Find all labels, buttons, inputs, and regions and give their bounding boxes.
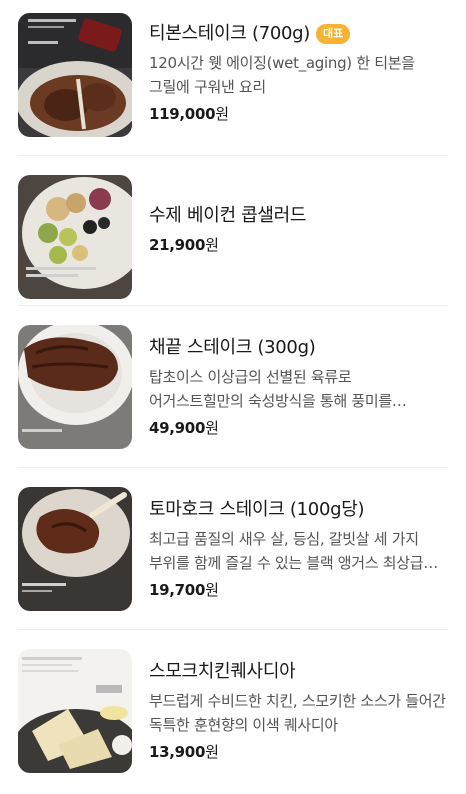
menu-item-tbone-steak[interactable]: 티본스테이크 (700g) 대표 120시간 웻 에이징(wet_aging) … bbox=[0, 0, 466, 156]
menu-item-info: 티본스테이크 (700g) 대표 120시간 웻 에이징(wet_aging) … bbox=[149, 22, 449, 125]
menu-item-thumbnail bbox=[18, 325, 132, 449]
menu-item-thumbnail bbox=[18, 487, 132, 611]
menu-item-thumbnail bbox=[18, 13, 132, 137]
menu-item-name: 수제 베이컨 콥샐러드 bbox=[149, 205, 307, 226]
menu-item-price: 13,900원 bbox=[149, 743, 219, 761]
menu-item-thumbnail bbox=[18, 175, 132, 299]
menu-item-bacon-cobb-salad[interactable]: 수제 베이컨 콥샐러드 21,900원 bbox=[0, 156, 466, 306]
menu-item-name: 채끝 스테이크 (300g) bbox=[149, 337, 316, 358]
menu-item-price: 119,000원 bbox=[149, 105, 229, 123]
menu-item-name: 티본스테이크 (700g) bbox=[149, 23, 311, 44]
menu-item-name: 토마호크 스테이크 (100g당) bbox=[149, 499, 365, 520]
menu-item-description: 120시간 웻 에이징(wet_aging) 한 티본을 그릴에 구워낸 요리 bbox=[149, 54, 415, 96]
signature-badge: 대표 bbox=[316, 24, 351, 44]
menu-item-description: 부드럽게 수비드한 치킨, 스모키한 소스가 들어간 독특한 훈현향의 이색 퀘… bbox=[149, 692, 446, 734]
menu-item-tomahawk-steak[interactable]: 토마호크 스테이크 (100g당) 최고급 품질의 새우 살, 등심, 갈빗살 … bbox=[0, 468, 466, 630]
menu-item-name: 스모크치킨퀘사디아 bbox=[149, 661, 296, 682]
menu-item-price: 49,900원 bbox=[149, 419, 219, 437]
menu-item-description: 최고급 품질의 새우 살, 등심, 갈빗살 세 가지 부위를 함께 즐길 수 있… bbox=[149, 530, 424, 572]
menu-item-info: 수제 베이컨 콥샐러드 21,900원 bbox=[149, 204, 449, 256]
menu-item-info: 채끝 스테이크 (300g) 탑초이스 이상급의 선별된 육류로 어거스트힐만의… bbox=[149, 336, 449, 439]
menu-item-thumbnail bbox=[18, 649, 132, 773]
menu-item-description: 탑초이스 이상급의 선별된 육류로 어거스트힐만의 숙성방식을 통해 풍미를 극… bbox=[149, 368, 392, 410]
menu-item-striploin-steak[interactable]: 채끝 스테이크 (300g) 탑초이스 이상급의 선별된 육류로 어거스트힐만의… bbox=[0, 306, 466, 468]
menu-item-info: 스모크치킨퀘사디아 부드럽게 수비드한 치킨, 스모키한 소스가 들어간 독특한… bbox=[149, 660, 449, 763]
menu-item-info: 토마호크 스테이크 (100g당) 최고급 품질의 새우 살, 등심, 갈빗살 … bbox=[149, 498, 449, 601]
menu-item-smoked-chicken-quesadilla[interactable]: 스모크치킨퀘사디아 부드럽게 수비드한 치킨, 스모키한 소스가 들어간 독특한… bbox=[0, 630, 466, 794]
menu-item-price: 21,900원 bbox=[149, 236, 219, 254]
menu-item-price: 19,700원 bbox=[149, 581, 219, 599]
